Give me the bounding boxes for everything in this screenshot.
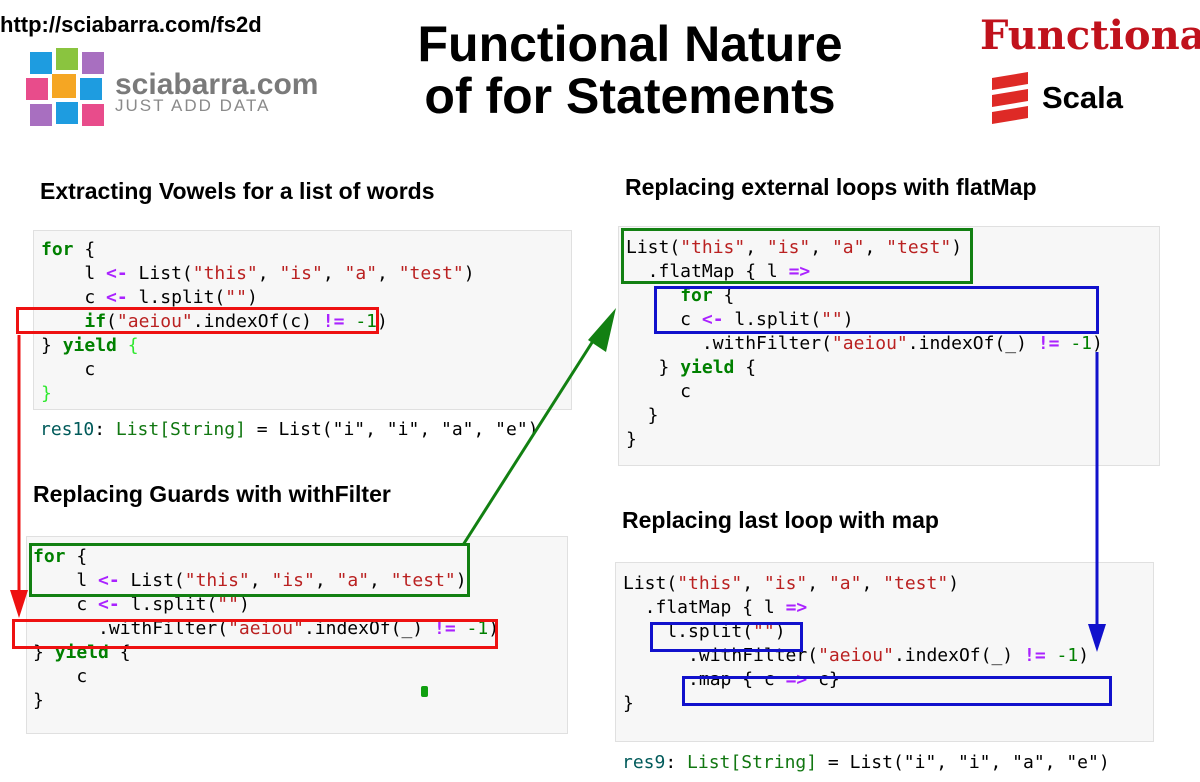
green-arrow-icon [461,308,616,546]
blue-arrow-icon [1088,352,1106,652]
arrows-overlay [10,308,1106,652]
red-arrow-icon [10,335,28,618]
